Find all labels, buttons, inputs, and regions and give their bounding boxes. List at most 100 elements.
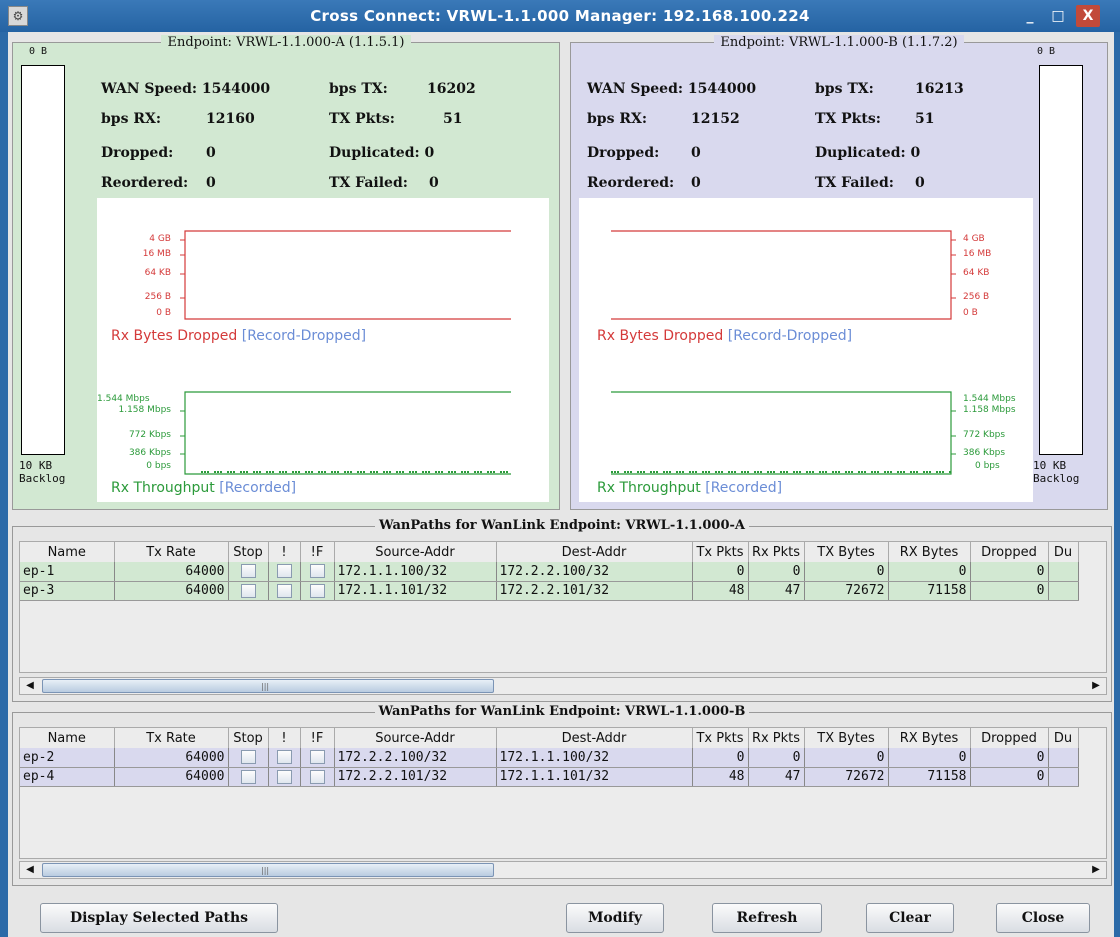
du-cell <box>1048 767 1079 787</box>
backlog-bar-a <box>21 65 65 455</box>
table-row[interactable]: ep-4 64000 172.2.2.101/32 172.1.1.101/32… <box>20 767 1079 787</box>
column-header[interactable]: Tx Rate <box>114 728 229 748</box>
scroll-thumb[interactable]: ||| <box>42 679 494 693</box>
scroll-right-icon[interactable]: ▶ <box>1088 862 1104 878</box>
stop-checkbox[interactable] <box>240 769 256 784</box>
tx-pkts-cell: 0 <box>692 562 749 582</box>
record-dropped-link-b[interactable]: [Record-Dropped] <box>728 328 852 344</box>
table-row[interactable]: ep-1 64000 172.1.1.100/32 172.2.2.100/32… <box>20 562 1079 582</box>
drop-axis-tick: 16 MB <box>142 249 171 259</box>
close-window-button[interactable]: X <box>1076 5 1100 27</box>
scroll-left-icon[interactable]: ◀ <box>22 678 38 694</box>
dropped-cell: 0 <box>970 767 1049 787</box>
bang-checkbox[interactable] <box>276 564 292 579</box>
table-row[interactable]: ep-2 64000 172.2.2.100/32 172.1.1.100/32… <box>20 748 1079 768</box>
column-header[interactable]: RX Bytes <box>888 542 971 562</box>
drop-axis-tick: 256 B <box>963 292 990 302</box>
column-header[interactable]: Dest-Addr <box>496 728 693 748</box>
close-button[interactable]: Close <box>996 903 1090 933</box>
column-header[interactable]: TX Bytes <box>804 542 889 562</box>
bang-checkbox[interactable] <box>276 583 292 598</box>
clear-button[interactable]: Clear <box>866 903 954 933</box>
tx-pkts-cell: 48 <box>692 767 749 787</box>
tput-axis-tick: 1.158 Mbps <box>118 405 171 415</box>
path-name: ep-4 <box>20 767 115 787</box>
horizontal-scrollbar-a[interactable]: ◀ ||| ▶ <box>19 677 1107 695</box>
minimize-button[interactable]: _ <box>1018 5 1042 27</box>
scroll-thumb[interactable]: ||| <box>42 863 494 877</box>
column-header[interactable]: Dest-Addr <box>496 542 693 562</box>
column-header[interactable]: Tx Rate <box>114 542 229 562</box>
endpoint-a-panel: Endpoint: VRWL-1.1.000-A (1.1.5.1) 0 B 1… <box>12 35 560 510</box>
tput-axis-tick: 1.158 Mbps <box>963 405 1016 415</box>
display-selected-paths-button[interactable]: Display Selected Paths <box>40 903 278 933</box>
bang-f-checkbox[interactable] <box>309 769 325 784</box>
tx-pkts-label: TX Pkts: <box>815 111 881 127</box>
column-header[interactable]: TX Bytes <box>804 728 889 748</box>
column-header[interactable]: !F <box>300 728 335 748</box>
dest-addr-cell: 172.2.2.101/32 <box>496 581 693 601</box>
tx-pkts-value: 51 <box>915 111 935 127</box>
bps-tx-label: bps TX: <box>815 81 874 97</box>
bang-checkbox[interactable] <box>276 750 292 765</box>
modify-button[interactable]: Modify <box>566 903 664 933</box>
column-header[interactable]: Source-Addr <box>334 728 497 748</box>
column-header[interactable]: Source-Addr <box>334 542 497 562</box>
tput-axis-tick: 772 Kbps <box>963 430 1006 440</box>
scroll-left-icon[interactable]: ◀ <box>22 862 38 878</box>
column-header[interactable]: Name <box>20 728 115 748</box>
bps-tx-value: 16202 <box>427 81 476 97</box>
scroll-right-icon[interactable]: ▶ <box>1088 678 1104 694</box>
backlog-top-label-b: 0 B <box>1037 46 1056 57</box>
bang-f-checkbox[interactable] <box>309 583 325 598</box>
table-row[interactable]: ep-3 64000 172.1.1.101/32 172.2.2.101/32… <box>20 581 1079 601</box>
bps-rx-label: bps RX: <box>587 111 647 127</box>
table-header-row: Name Tx Rate Stop ! !F Source-Addr Dest-… <box>20 728 1079 748</box>
dest-addr-cell: 172.1.1.100/32 <box>496 748 693 768</box>
bang-f-checkbox[interactable] <box>309 564 325 579</box>
stop-checkbox[interactable] <box>240 564 256 579</box>
recorded-link-b[interactable]: [Recorded] <box>705 480 782 496</box>
column-header[interactable]: Tx Pkts <box>692 728 749 748</box>
record-dropped-link-a[interactable]: [Record-Dropped] <box>242 328 366 344</box>
wan-speed-value: 1544000 <box>687 81 757 97</box>
column-header[interactable]: ! <box>268 728 301 748</box>
column-header[interactable]: Rx Pkts <box>748 728 805 748</box>
column-header[interactable]: Du <box>1048 728 1079 748</box>
stop-checkbox[interactable] <box>240 750 256 765</box>
bang-checkbox[interactable] <box>276 769 292 784</box>
wanpaths-a-title: WanPaths for WanLink Endpoint: VRWL-1.1.… <box>13 518 1111 533</box>
tx-failed-label: TX Failed: <box>815 175 894 191</box>
column-header[interactable]: Stop <box>228 542 269 562</box>
tx-pkts-cell: 48 <box>692 581 749 601</box>
duplicated-label: Duplicated: <box>815 145 906 161</box>
column-header[interactable]: Rx Pkts <box>748 542 805 562</box>
column-header[interactable]: Dropped <box>970 728 1049 748</box>
column-header[interactable]: Tx Pkts <box>692 542 749 562</box>
endpoint-b-panel: Endpoint: VRWL-1.1.000-B (1.1.7.2) 0 B 1… <box>570 35 1108 510</box>
rx-bytes-cell: 0 <box>888 748 971 768</box>
endpoint-b-title: Endpoint: VRWL-1.1.000-B (1.1.7.2) <box>571 35 1107 50</box>
column-header[interactable]: ! <box>268 542 301 562</box>
column-header[interactable]: RX Bytes <box>888 728 971 748</box>
reordered-value: 0 <box>691 175 701 191</box>
column-header[interactable]: Dropped <box>970 542 1049 562</box>
recorded-link-a[interactable]: [Recorded] <box>219 480 296 496</box>
dest-addr-cell: 172.2.2.100/32 <box>496 562 693 582</box>
tx-failed-label: TX Failed: <box>329 175 408 191</box>
column-header[interactable]: !F <box>300 542 335 562</box>
refresh-button[interactable]: Refresh <box>712 903 822 933</box>
dropped-cell: 0 <box>970 562 1049 582</box>
maximize-button[interactable]: □ <box>1046 5 1070 27</box>
stop-checkbox[interactable] <box>240 583 256 598</box>
tx-bytes-cell: 0 <box>804 748 889 768</box>
horizontal-scrollbar-b[interactable]: ◀ ||| ▶ <box>19 861 1107 879</box>
column-header[interactable]: Du <box>1048 542 1079 562</box>
bps-tx-label: bps TX: <box>329 81 388 97</box>
bang-f-checkbox[interactable] <box>309 750 325 765</box>
drop-axis-tick: 16 MB <box>963 249 992 259</box>
tput-axis-tick: 0 bps <box>146 461 171 471</box>
duplicated-value: 0 <box>910 145 921 161</box>
column-header[interactable]: Stop <box>228 728 269 748</box>
column-header[interactable]: Name <box>20 542 115 562</box>
